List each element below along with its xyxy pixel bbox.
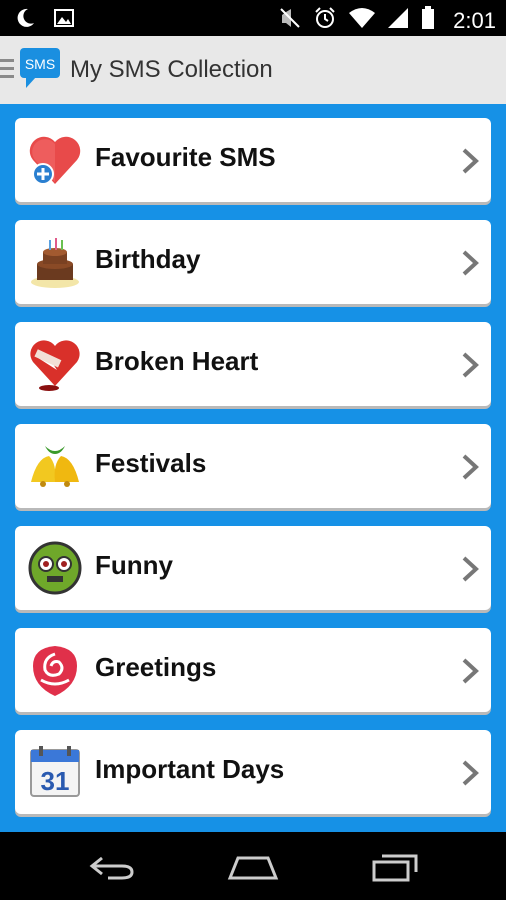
cake-icon <box>27 234 83 290</box>
heart-plus-icon <box>27 132 83 188</box>
battery-icon <box>421 6 435 35</box>
chevron-right-icon <box>461 556 481 587</box>
funny-face-icon <box>27 540 83 596</box>
alarm-icon <box>313 6 337 35</box>
category-festivals[interactable]: Festivals <box>15 424 491 508</box>
moon-icon <box>14 7 36 34</box>
chevron-right-icon <box>461 250 481 281</box>
chevron-right-icon <box>461 352 481 383</box>
app-logo[interactable]: SMS <box>20 48 62 95</box>
mute-icon <box>279 7 301 34</box>
category-important-days[interactable]: 31 Important Days <box>15 730 491 814</box>
signal-icon <box>387 7 409 34</box>
action-bar: SMS My SMS Collection <box>0 36 506 105</box>
recent-apps-icon[interactable] <box>370 852 420 887</box>
navigation-bar <box>0 832 506 900</box>
category-label: Greetings <box>95 652 217 682</box>
broken-heart-icon <box>27 336 83 392</box>
category-greetings[interactable]: Greetings <box>15 628 491 712</box>
clock: 2:01 <box>453 7 496 33</box>
chevron-right-icon <box>461 760 481 791</box>
category-label: Important Days <box>95 754 285 784</box>
wifi-icon <box>349 7 376 34</box>
drawer-menu-icon[interactable] <box>0 59 14 83</box>
category-favourite-sms[interactable]: Favourite SMS <box>15 118 491 202</box>
bells-icon <box>27 438 83 494</box>
svg-text:SMS: SMS <box>25 56 55 72</box>
status-bar: 2:01 <box>0 0 506 36</box>
category-label: Funny <box>95 550 173 580</box>
home-icon[interactable] <box>226 852 280 887</box>
calendar-icon: 31 <box>27 744 83 800</box>
category-broken-heart[interactable]: Broken Heart <box>15 322 491 406</box>
category-label: Birthday <box>95 244 201 274</box>
category-birthday[interactable]: Birthday <box>15 220 491 304</box>
category-list: Favourite SMS Birthday Broken Heart Fest… <box>0 104 506 832</box>
chevron-right-icon <box>461 148 481 179</box>
category-label: Festivals <box>95 448 207 478</box>
svg-text:31: 31 <box>41 766 70 796</box>
image-icon <box>54 8 74 33</box>
back-icon[interactable] <box>88 852 136 887</box>
chevron-right-icon <box>461 454 481 485</box>
category-label: Broken Heart <box>95 346 259 376</box>
rose-icon <box>27 642 83 698</box>
app-title: My SMS Collection <box>70 56 273 83</box>
category-label: Favourite SMS <box>95 142 276 172</box>
chevron-right-icon <box>461 658 481 689</box>
category-funny[interactable]: Funny <box>15 526 491 610</box>
